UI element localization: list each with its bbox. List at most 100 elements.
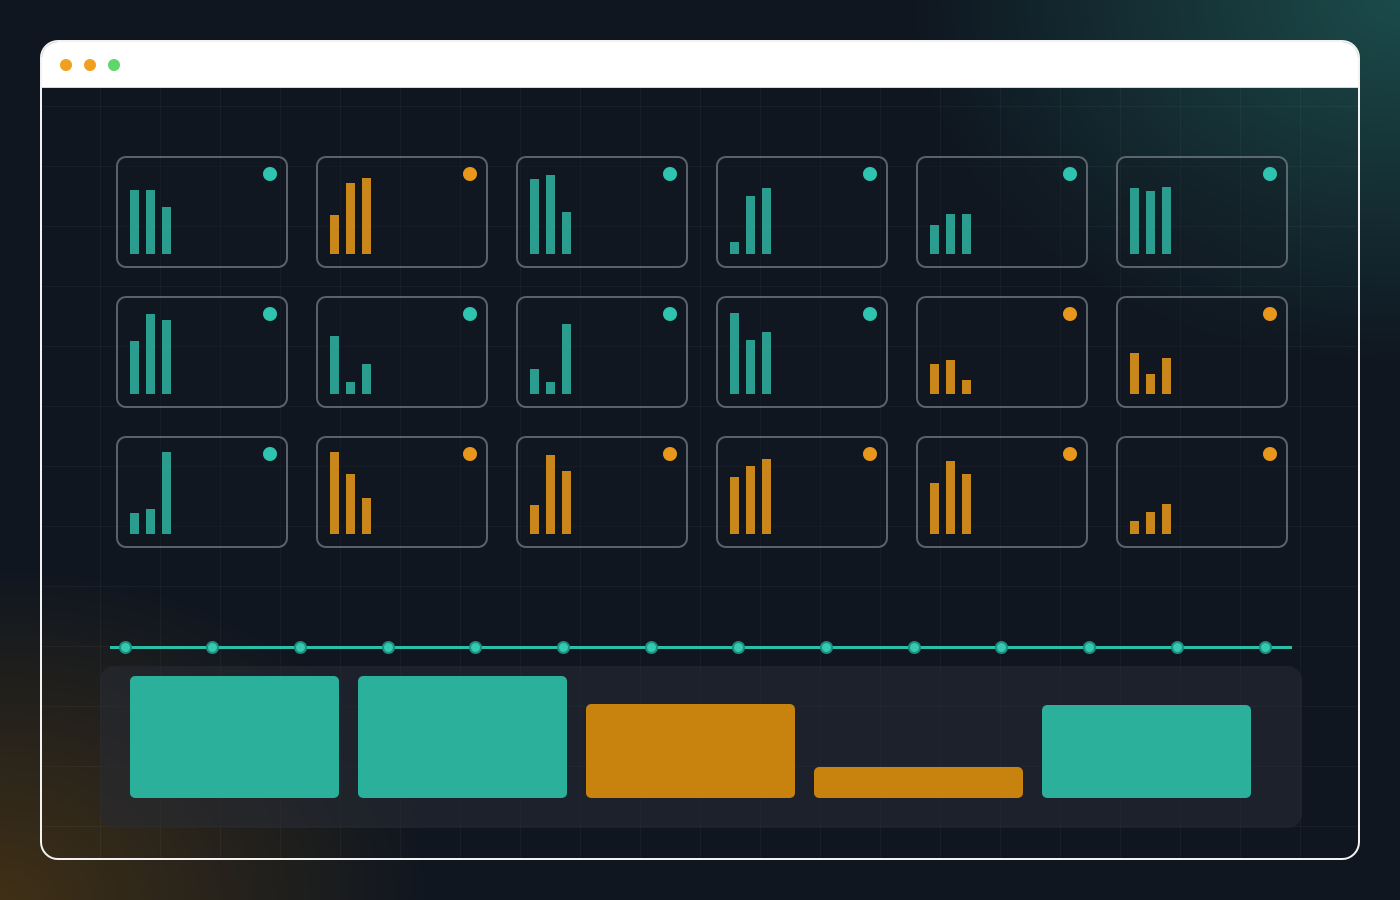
summary-panel bbox=[100, 666, 1302, 828]
mini-bar bbox=[330, 452, 339, 534]
mini-bar bbox=[746, 466, 755, 534]
mini-bar bbox=[362, 364, 371, 394]
title-bar bbox=[42, 42, 1358, 88]
mini-bar bbox=[346, 382, 355, 394]
timeline-node[interactable] bbox=[820, 641, 833, 654]
mini-bar bbox=[362, 178, 371, 254]
mini-bar bbox=[1162, 187, 1171, 254]
status-dot bbox=[1263, 167, 1277, 181]
timeline-node[interactable] bbox=[382, 641, 395, 654]
mini-bar bbox=[146, 509, 155, 534]
mini-bar bbox=[1162, 504, 1171, 534]
timeline-node[interactable] bbox=[557, 641, 570, 654]
mini-bar bbox=[146, 314, 155, 394]
mini-bar bbox=[1146, 374, 1155, 394]
mini-bar bbox=[562, 324, 571, 394]
metric-card[interactable] bbox=[316, 296, 488, 408]
mini-bar bbox=[730, 313, 739, 394]
mini-bar bbox=[1146, 512, 1155, 534]
mini-bar bbox=[562, 212, 571, 254]
mini-bar bbox=[746, 340, 755, 394]
metric-card[interactable] bbox=[716, 436, 888, 548]
mini-bar bbox=[762, 332, 771, 394]
status-dot bbox=[663, 167, 677, 181]
status-dot bbox=[1063, 167, 1077, 181]
timeline-node[interactable] bbox=[119, 641, 132, 654]
status-dot bbox=[863, 167, 877, 181]
mini-bar bbox=[362, 498, 371, 534]
timeline-node[interactable] bbox=[206, 641, 219, 654]
timeline-node[interactable] bbox=[1083, 641, 1096, 654]
minimize-button[interactable] bbox=[84, 59, 96, 71]
metric-card[interactable] bbox=[1116, 436, 1288, 548]
mini-bar bbox=[730, 242, 739, 254]
mini-bar bbox=[162, 207, 171, 254]
mini-bar bbox=[530, 505, 539, 534]
metric-card[interactable] bbox=[1116, 156, 1288, 268]
timeline-node[interactable] bbox=[995, 641, 1008, 654]
mini-bar bbox=[146, 190, 155, 254]
mini-bar bbox=[530, 369, 539, 394]
status-dot bbox=[263, 167, 277, 181]
metric-card[interactable] bbox=[516, 156, 688, 268]
metric-card[interactable] bbox=[1116, 296, 1288, 408]
mini-bar bbox=[1130, 353, 1139, 394]
timeline-node[interactable] bbox=[732, 641, 745, 654]
mini-bar bbox=[530, 179, 539, 254]
metric-card[interactable] bbox=[716, 296, 888, 408]
mini-bar bbox=[946, 360, 955, 394]
metric-card[interactable] bbox=[516, 296, 688, 408]
mini-bar bbox=[330, 215, 339, 254]
status-dot bbox=[1263, 307, 1277, 321]
mini-bar bbox=[562, 471, 571, 534]
mini-bar bbox=[930, 364, 939, 394]
mini-bar bbox=[962, 474, 971, 534]
metric-card[interactable] bbox=[916, 436, 1088, 548]
mini-bar bbox=[1162, 358, 1171, 394]
status-dot bbox=[263, 307, 277, 321]
summary-block[interactable] bbox=[586, 704, 795, 798]
timeline-node[interactable] bbox=[1259, 641, 1272, 654]
mini-bar bbox=[330, 336, 339, 394]
status-dot bbox=[863, 447, 877, 461]
metric-card[interactable] bbox=[516, 436, 688, 548]
metric-card[interactable] bbox=[116, 296, 288, 408]
timeline-node[interactable] bbox=[469, 641, 482, 654]
mini-bar bbox=[730, 477, 739, 534]
summary-block[interactable] bbox=[130, 676, 339, 798]
metric-card[interactable] bbox=[116, 156, 288, 268]
metric-card[interactable] bbox=[716, 156, 888, 268]
mini-bar bbox=[546, 455, 555, 534]
mini-bar bbox=[746, 196, 755, 254]
app-window bbox=[40, 40, 1360, 860]
maximize-button[interactable] bbox=[108, 59, 120, 71]
timeline-node[interactable] bbox=[1171, 641, 1184, 654]
mini-bar bbox=[130, 190, 139, 254]
mini-bar bbox=[546, 175, 555, 254]
mini-bar bbox=[1130, 521, 1139, 534]
metric-card[interactable] bbox=[916, 156, 1088, 268]
status-dot bbox=[1263, 447, 1277, 461]
metric-card[interactable] bbox=[316, 436, 488, 548]
mini-bar bbox=[130, 341, 139, 394]
status-dot bbox=[463, 307, 477, 321]
summary-block[interactable] bbox=[358, 676, 567, 798]
mini-bar bbox=[1146, 191, 1155, 254]
timeline-node[interactable] bbox=[908, 641, 921, 654]
timeline-node[interactable] bbox=[294, 641, 307, 654]
metric-card[interactable] bbox=[116, 436, 288, 548]
mini-bar bbox=[946, 214, 955, 254]
status-dot bbox=[263, 447, 277, 461]
timeline-node[interactable] bbox=[645, 641, 658, 654]
mini-bar bbox=[946, 461, 955, 534]
metric-card[interactable] bbox=[916, 296, 1088, 408]
mini-bar bbox=[130, 513, 139, 534]
summary-block[interactable] bbox=[814, 767, 1023, 798]
status-dot bbox=[1063, 447, 1077, 461]
mini-bar bbox=[762, 459, 771, 534]
mini-bar bbox=[962, 380, 971, 394]
status-dot bbox=[863, 307, 877, 321]
metric-card[interactable] bbox=[316, 156, 488, 268]
summary-block[interactable] bbox=[1042, 705, 1251, 798]
close-button[interactable] bbox=[60, 59, 72, 71]
